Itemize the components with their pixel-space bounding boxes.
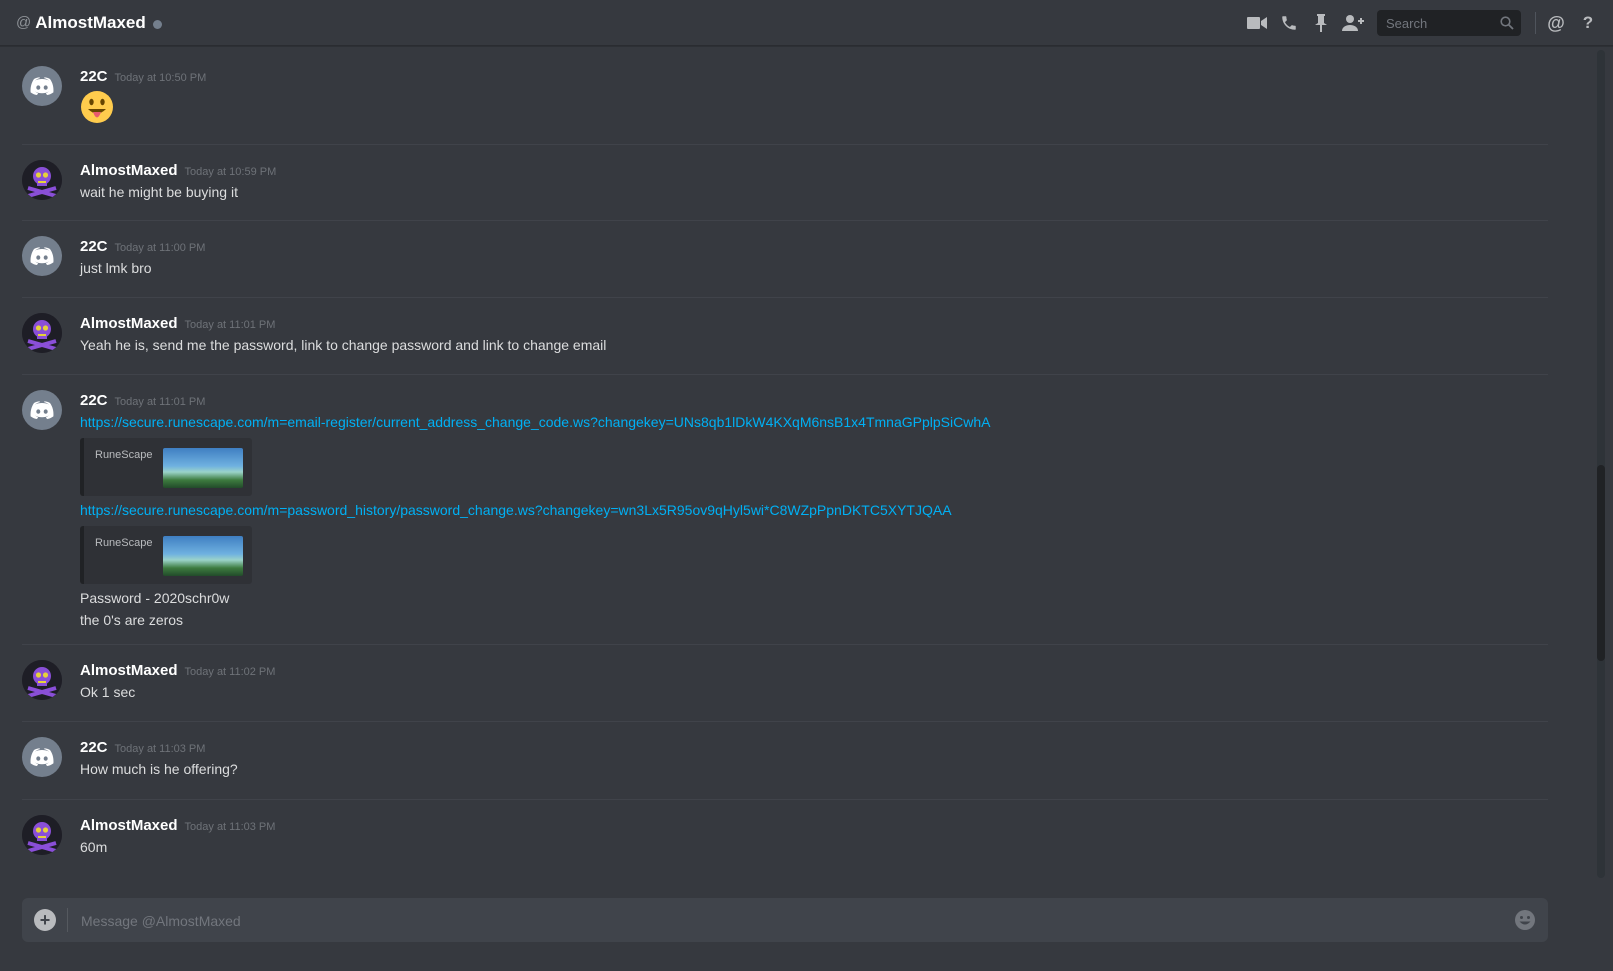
avatar[interactable]: [22, 815, 62, 855]
timestamp: Today at 11:01 PM: [184, 319, 276, 331]
message-text: wait he might be buying it: [80, 184, 238, 200]
skull-crossbones-icon: [22, 160, 62, 200]
embed-thumbnail[interactable]: [163, 536, 243, 576]
scrollbar[interactable]: [1597, 50, 1605, 878]
email-change-link[interactable]: https://secure.runescape.com/m=email-reg…: [80, 414, 990, 430]
toolbar-divider: [1535, 12, 1536, 34]
video-call-icon[interactable]: [1246, 12, 1268, 34]
timestamp: Today at 11:03 PM: [184, 821, 276, 833]
embed-thumbnail[interactable]: [163, 448, 243, 488]
username[interactable]: AlmostMaxed: [80, 315, 178, 332]
timestamp: Today at 10:50 PM: [114, 72, 207, 84]
avatar[interactable]: [22, 660, 62, 700]
status-indicator: [152, 19, 162, 29]
embed-provider[interactable]: RuneScape: [95, 449, 153, 461]
stuck-out-tongue-emoji-icon: [80, 90, 114, 129]
message-text: Yeah he is, send me the password, link t…: [80, 337, 607, 353]
help-icon[interactable]: ?: [1577, 12, 1599, 34]
message-text: Ok 1 sec: [80, 684, 136, 700]
search-box[interactable]: [1377, 10, 1521, 36]
discord-logo-icon: [30, 77, 54, 95]
timestamp: Today at 11:01 PM: [114, 396, 206, 408]
message-header: 22C Today at 10:50 PM: [80, 68, 206, 85]
message-text: the 0's are zeros: [80, 612, 184, 628]
message-composer: +: [22, 898, 1548, 942]
message-header: AlmostMaxed Today at 11:03 PM: [80, 817, 275, 834]
skull-crossbones-icon: [22, 815, 62, 855]
message-text: 60m: [80, 839, 108, 855]
embed-provider[interactable]: RuneScape: [95, 537, 153, 549]
username[interactable]: AlmostMaxed: [80, 662, 178, 679]
message-header: 22C Today at 11:01 PM: [80, 392, 205, 409]
composer-divider: [67, 908, 68, 932]
message-list[interactable]: 22C Today at 10:50 PM AlmostMaxed Today …: [0, 50, 1600, 878]
username[interactable]: 22C: [80, 238, 108, 255]
message-header: 22C Today at 11:03 PM: [80, 739, 205, 756]
username[interactable]: AlmostMaxed: [80, 162, 178, 179]
message-header: AlmostMaxed Today at 11:01 PM: [80, 315, 275, 332]
username[interactable]: 22C: [80, 392, 108, 409]
discord-logo-icon: [30, 247, 54, 265]
link-embed[interactable]: RuneScape: [80, 526, 252, 584]
dm-title: AlmostMaxed: [35, 12, 146, 32]
message-header: AlmostMaxed Today at 10:59 PM: [80, 162, 276, 179]
avatar[interactable]: [22, 236, 62, 276]
pin-icon[interactable]: [1310, 12, 1332, 34]
avatar[interactable]: [22, 737, 62, 777]
message-text: How much is he offering?: [80, 761, 238, 777]
message-line: https://secure.runescape.com/m=password_…: [80, 502, 952, 518]
message-group: 22C Today at 11:01 PM https://secure.run…: [22, 374, 1548, 645]
message-header: AlmostMaxed Today at 11:02 PM: [80, 662, 275, 679]
message-text: just lmk bro: [80, 260, 152, 276]
username[interactable]: AlmostMaxed: [80, 817, 178, 834]
avatar[interactable]: [22, 160, 62, 200]
avatar[interactable]: [22, 313, 62, 353]
username[interactable]: 22C: [80, 68, 108, 85]
message-input[interactable]: [79, 909, 1483, 933]
scrollbar-thumb[interactable]: [1597, 465, 1605, 661]
attach-file-icon[interactable]: +: [34, 909, 56, 931]
emoji-picker-icon[interactable]: [1514, 909, 1536, 931]
header-toolbar: @ ?: [1241, 0, 1613, 46]
discord-logo-icon: [30, 748, 54, 766]
mentions-icon[interactable]: @: [1545, 12, 1567, 34]
timestamp: Today at 11:02 PM: [184, 666, 276, 678]
search-input[interactable]: [1384, 14, 1500, 32]
link-embed[interactable]: RuneScape: [80, 438, 252, 496]
message-group: 22C Today at 10:50 PM: [22, 50, 1548, 145]
channel-header: @ AlmostMaxed @ ?: [0, 0, 1613, 46]
message-group: AlmostMaxed Today at 11:01 PM Yeah he is…: [22, 297, 1548, 375]
message-group: 22C Today at 11:00 PM just lmk bro: [22, 220, 1548, 298]
message-line: https://secure.runescape.com/m=email-reg…: [80, 414, 990, 430]
search-icon: [1500, 16, 1514, 30]
timestamp: Today at 11:03 PM: [114, 743, 206, 755]
timestamp: Today at 10:59 PM: [184, 166, 277, 178]
username[interactable]: 22C: [80, 739, 108, 756]
message-header: 22C Today at 11:00 PM: [80, 238, 205, 255]
add-friend-icon[interactable]: [1342, 12, 1364, 34]
message-group: AlmostMaxed Today at 10:59 PM wait he mi…: [22, 144, 1548, 221]
password-change-link[interactable]: https://secure.runescape.com/m=password_…: [80, 502, 952, 518]
message-group: 22C Today at 11:03 PM How much is he off…: [22, 721, 1548, 800]
voice-call-icon[interactable]: [1278, 12, 1300, 34]
discord-logo-icon: [30, 401, 54, 419]
skull-crossbones-icon: [22, 660, 62, 700]
message-group: AlmostMaxed Today at 11:03 PM 60m: [22, 799, 1548, 878]
timestamp: Today at 11:00 PM: [114, 242, 206, 254]
message-group: AlmostMaxed Today at 11:02 PM Ok 1 sec: [22, 644, 1548, 722]
skull-crossbones-icon: [22, 313, 62, 353]
avatar[interactable]: [22, 66, 62, 106]
message-text: Password - 2020schr0w: [80, 590, 230, 606]
dm-at-icon: @: [16, 14, 32, 31]
avatar[interactable]: [22, 390, 62, 430]
